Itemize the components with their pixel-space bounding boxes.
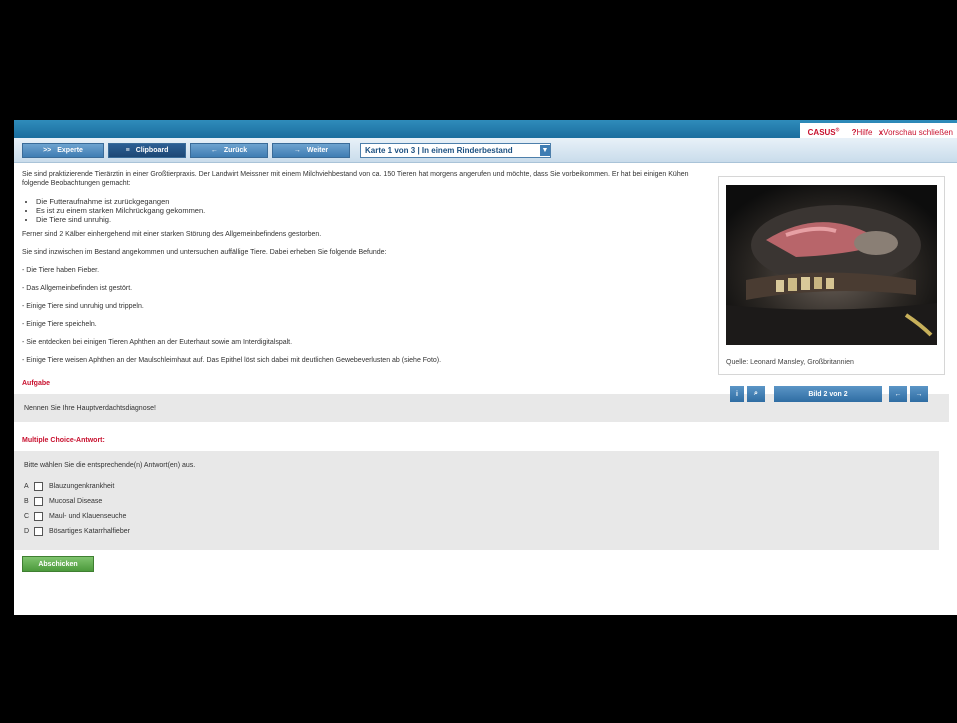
top-bar-links: CASUS® ?Hilfe xVorschau schließen — [799, 123, 957, 138]
arrow-left-icon: ← — [210, 146, 218, 154]
close-preview-link[interactable]: xVorschau schließen — [879, 128, 953, 137]
arrow-right-icon: → — [915, 390, 923, 398]
expert-button[interactable]: >> Experte — [22, 142, 104, 158]
mc-hint: Bitte wählen Sie die entsprechende(n) An… — [24, 462, 196, 469]
info-button[interactable]: i — [730, 386, 744, 402]
casus-logo: CASUS® — [807, 127, 840, 137]
finding-item: - Einige Tiere speicheln. — [22, 321, 97, 328]
image-counter: Bild 2 von 2 — [774, 386, 882, 402]
option-label: Blauzungenkrankheit — [49, 483, 115, 490]
image-navigation: i ⌕ Bild 2 von 2 ← → — [730, 386, 938, 402]
photo-caption: Quelle: Leonard Mansley, Großbritannien — [726, 359, 854, 366]
task-text: Nennen Sie Ihre Hauptverdachtsdiagnose! — [24, 404, 156, 412]
finding-item: - Einige Tiere weisen Aphthen an der Mau… — [22, 357, 442, 364]
prev-image-button[interactable]: ← — [889, 386, 907, 402]
image-panel: Quelle: Leonard Mansley, Großbritannien — [718, 176, 945, 375]
list-item: Die Futteraufnahme ist zurückgegangen — [36, 197, 707, 206]
option-letter: B — [24, 498, 29, 505]
option-label: Mucosal Disease — [49, 498, 103, 505]
option-label: Bösartiges Katarrhalfieber — [49, 528, 130, 535]
mc-option-c[interactable]: C Maul- und Klauenseuche — [24, 512, 929, 521]
option-letter: D — [24, 528, 30, 535]
mc-option-a[interactable]: A Blauzungenkrankheit — [24, 482, 929, 491]
navigation-toolbar: >> Experte ≡ Clipboard ← Zurück → Weiter Kar… — [14, 138, 957, 163]
list-item: Es ist zu einem starken Milchrückgang ge… — [36, 206, 707, 215]
finding-item: - Die Tiere haben Fieber. — [22, 267, 100, 274]
case-content: Sie sind praktizierende Tierärztin in ei… — [14, 170, 949, 572]
case-photo[interactable] — [726, 185, 937, 345]
back-button[interactable]: ← Zurück — [190, 142, 268, 158]
calves-paragraph: Ferner sind 2 Kälber einhergehend mit ei… — [22, 231, 322, 238]
observation-list: Die Futteraufnahme ist zurückgegangen Es… — [36, 197, 707, 224]
arrival-paragraph: Sie sind inzwischen im Bestand angekomme… — [22, 249, 387, 256]
case-intro: Sie sind praktizierende Tierärztin in ei… — [22, 171, 689, 187]
checkbox[interactable] — [34, 482, 43, 491]
mc-box: Bitte wählen Sie die entsprechende(n) An… — [14, 451, 939, 550]
task-title: Aufgabe — [22, 380, 50, 387]
option-label: Maul- und Klauenseuche — [49, 513, 127, 520]
casus-preview-window: CASUS® ?Hilfe xVorschau schließen >> Expe… — [14, 120, 957, 615]
mc-option-d[interactable]: D Bösartiges Katarrhalfieber — [24, 527, 929, 536]
cow-mouth-photo — [726, 185, 937, 345]
checkbox[interactable] — [34, 512, 43, 521]
arrow-left-icon: ← — [894, 390, 902, 398]
card-select-value: Karte 1 von 3 | In einem Rinderbestand — [365, 145, 513, 155]
submit-button[interactable]: Abschicken — [22, 556, 94, 572]
list-item: Die Tiere sind unruhig. — [36, 215, 707, 224]
arrow-right-icon: → — [293, 146, 301, 154]
clipboard-icon: ≡ — [125, 146, 130, 154]
top-bar: CASUS® ?Hilfe xVorschau schließen — [14, 120, 957, 138]
clipboard-button[interactable]: ≡ Clipboard — [108, 142, 186, 158]
card-select[interactable]: Karte 1 von 3 | In einem Rinderbestand ▼ — [360, 142, 551, 158]
finding-item: - Das Allgemeinbefinden ist gestört. — [22, 285, 133, 292]
double-chevron-icon: >> — [43, 146, 52, 154]
mc-option-b[interactable]: B Mucosal Disease — [24, 497, 929, 506]
zoom-button[interactable]: ⌕ — [747, 386, 765, 402]
finding-item: - Einige Tiere sind unruhig und trippeln… — [22, 303, 144, 310]
info-icon: i — [736, 390, 738, 398]
mc-title: Multiple Choice-Antwort: — [22, 437, 105, 444]
next-button[interactable]: → Weiter — [272, 142, 350, 158]
checkbox[interactable] — [34, 497, 43, 506]
chevron-down-icon: ▼ — [540, 144, 550, 156]
option-letter: C — [24, 513, 30, 520]
option-letter: A — [24, 483, 29, 490]
next-image-button[interactable]: → — [910, 386, 928, 402]
checkbox[interactable] — [34, 527, 43, 536]
finding-item: - Sie entdecken bei einigen Tieren Aphth… — [22, 339, 293, 346]
help-link[interactable]: ?Hilfe — [852, 128, 873, 137]
magnifier-icon: ⌕ — [754, 390, 758, 397]
